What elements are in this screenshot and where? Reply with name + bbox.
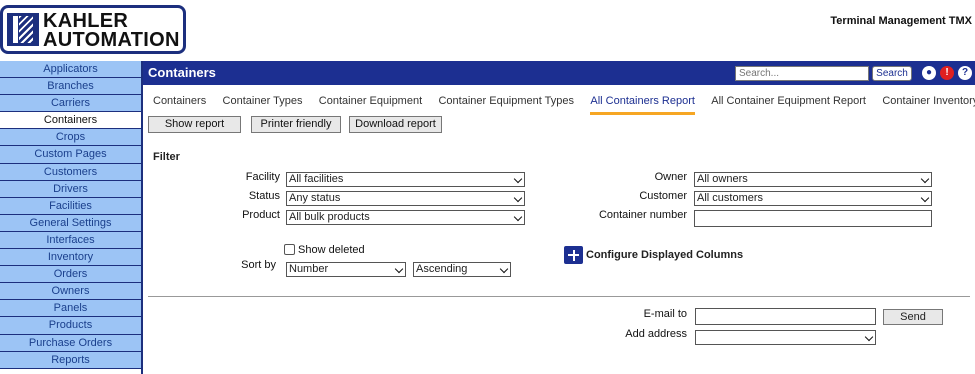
sidebar: Applicators Branches Carriers Containers…	[0, 61, 143, 374]
sidebar-item-crops[interactable]: Crops	[0, 129, 141, 147]
sidebar-item-purchase-orders[interactable]: Purchase Orders	[0, 334, 141, 352]
chevron-down-icon	[920, 174, 930, 184]
sidebar-item-drivers[interactable]: Drivers	[0, 180, 141, 198]
configure-columns-link[interactable]: Configure Displayed Columns	[586, 249, 743, 261]
chevron-down-icon	[394, 264, 404, 274]
status-label: Status	[248, 190, 280, 202]
container-number-field[interactable]	[694, 210, 932, 227]
company-logo: KAHLER AUTOMATION	[0, 5, 186, 54]
show-report-button[interactable]: Show report	[148, 116, 241, 133]
page-title: Containers	[148, 65, 216, 80]
tab-container-equipment[interactable]: Container Equipment	[319, 95, 422, 112]
sidebar-item-facilities[interactable]: Facilities	[0, 197, 141, 215]
alert-icon[interactable]: !	[940, 66, 954, 80]
email-to-field[interactable]	[695, 308, 876, 325]
sidebar-item-general-settings[interactable]: General Settings	[0, 214, 141, 232]
product-select[interactable]: All bulk products	[286, 210, 525, 225]
owner-label: Owner	[654, 171, 687, 183]
sidebar-item-carriers[interactable]: Carriers	[0, 95, 141, 113]
customer-value: All customers	[697, 192, 764, 204]
plus-icon[interactable]	[564, 246, 583, 264]
sidebar-item-containers[interactable]: Containers	[0, 112, 141, 130]
sidebar-item-applicators[interactable]: Applicators	[0, 61, 141, 79]
tab-containers[interactable]: Containers	[153, 95, 206, 112]
tab-container-types[interactable]: Container Types	[223, 95, 303, 112]
sidebar-item-reports[interactable]: Reports	[0, 351, 141, 369]
download-report-button[interactable]: Download report	[349, 116, 442, 133]
sidebar-item-inventory[interactable]: Inventory	[0, 249, 141, 267]
help-icon[interactable]: ?	[958, 66, 972, 80]
sort-order-value: Ascending	[416, 263, 468, 275]
user-icon[interactable]: ●	[922, 66, 936, 80]
sidebar-item-products[interactable]: Products	[0, 317, 141, 335]
search-button[interactable]: Search	[872, 66, 912, 81]
email-to-label: E-mail to	[643, 308, 687, 320]
top-bar: Containers Search ● ! ?	[143, 61, 975, 85]
chevron-down-icon	[920, 193, 930, 203]
sort-field-value: Number	[289, 263, 329, 275]
chevron-down-icon	[864, 332, 874, 342]
printer-friendly-button[interactable]: Printer friendly	[251, 116, 341, 133]
chevron-down-icon	[499, 264, 509, 274]
show-deleted-checkbox[interactable]	[284, 244, 295, 255]
owner-value: All owners	[697, 173, 748, 185]
sidebar-item-interfaces[interactable]: Interfaces	[0, 231, 141, 250]
sidebar-item-panels[interactable]: Panels	[0, 300, 141, 318]
sidebar-item-custom-pages[interactable]: Custom Pages	[0, 146, 141, 164]
sort-order-select[interactable]: Ascending	[413, 262, 511, 277]
status-value: Any status	[289, 192, 341, 204]
facility-select[interactable]: All facilities	[286, 172, 525, 187]
sidebar-item-customers[interactable]: Customers	[0, 163, 141, 181]
divider	[148, 296, 970, 297]
search-input[interactable]	[735, 66, 869, 81]
logo-mark-icon	[7, 13, 39, 46]
send-button[interactable]: Send	[883, 309, 943, 325]
sort-field-select[interactable]: Number	[286, 262, 406, 277]
container-number-label: Container number	[598, 209, 687, 221]
status-select[interactable]: Any status	[286, 191, 525, 206]
chevron-down-icon	[513, 212, 523, 222]
sidebar-item-orders[interactable]: Orders	[0, 266, 141, 284]
facility-value: All facilities	[289, 173, 344, 185]
logo-line2: AUTOMATION	[43, 29, 180, 51]
tab-container-inventory[interactable]: Container Inventory	[882, 95, 975, 112]
chevron-down-icon	[513, 174, 523, 184]
logo-text: KAHLER AUTOMATION	[43, 11, 180, 51]
tab-container-equipment-types[interactable]: Container Equipment Types	[438, 95, 574, 112]
product-value: All bulk products	[289, 211, 370, 223]
owner-select[interactable]: All owners	[694, 172, 932, 187]
app-title: Terminal Management TMX	[830, 15, 972, 27]
show-deleted-label: Show deleted	[298, 244, 365, 256]
facility-label: Facility	[245, 171, 280, 183]
sort-by-label: Sort by	[241, 259, 276, 271]
add-address-select[interactable]	[695, 330, 876, 345]
add-address-label: Add address	[625, 328, 687, 340]
customer-label: Customer	[639, 190, 687, 202]
tab-all-containers-report[interactable]: All Containers Report	[590, 95, 695, 115]
customer-select[interactable]: All customers	[694, 191, 932, 206]
product-label: Product	[242, 209, 280, 221]
tab-all-container-equipment-report[interactable]: All Container Equipment Report	[711, 95, 866, 112]
chevron-down-icon	[513, 193, 523, 203]
sidebar-item-branches[interactable]: Branches	[0, 78, 141, 96]
filter-heading: Filter	[153, 151, 180, 163]
sidebar-item-owners[interactable]: Owners	[0, 283, 141, 301]
tab-bar: Containers Container Types Container Equ…	[153, 93, 975, 115]
